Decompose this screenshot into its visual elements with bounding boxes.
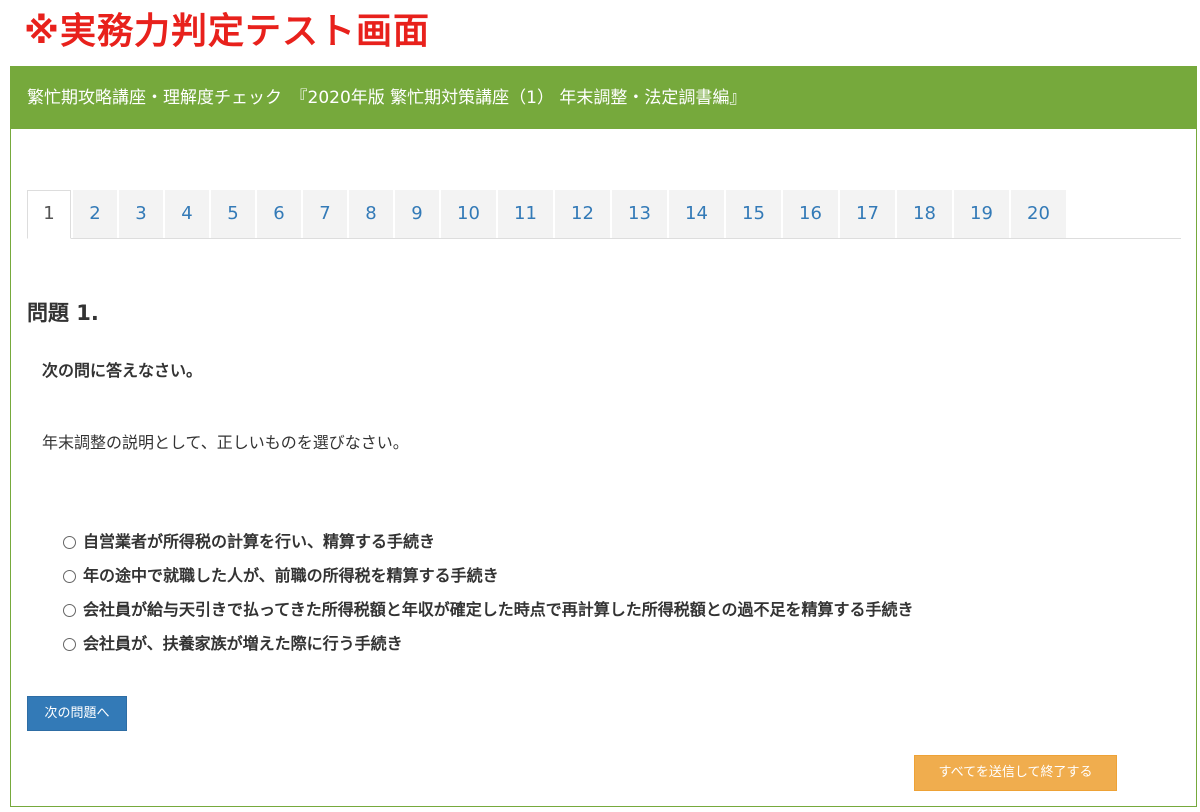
tab-12[interactable]: 12 [555, 190, 610, 238]
tab-6[interactable]: 6 [257, 190, 301, 238]
question-lead: 次の問に答えなさい。 [42, 361, 203, 380]
tab-11[interactable]: 11 [498, 190, 553, 238]
next-question-button[interactable]: 次の問題へ [27, 696, 127, 731]
quiz-panel: 繁忙期攻略講座・理解度チェック 『2020年版 繁忙期対策講座（1） 年末調整・… [10, 66, 1197, 807]
page-banner-title: ※実務力判定テスト画面 [24, 11, 430, 52]
radio-button-icon[interactable] [63, 569, 76, 583]
tab-14[interactable]: 14 [669, 190, 724, 238]
choice-1[interactable]: 自営業者が所得税の計算を行い、精算する手続き [63, 523, 914, 557]
tab-7[interactable]: 7 [303, 190, 347, 238]
tab-5[interactable]: 5 [211, 190, 255, 238]
tab-10[interactable]: 10 [441, 190, 496, 238]
tab-19[interactable]: 19 [954, 190, 1009, 238]
question-title: 問題 1. [27, 301, 99, 325]
tab-9[interactable]: 9 [395, 190, 439, 238]
choice-4[interactable]: 会社員が、扶養家族が増えた際に行う手続き [63, 625, 914, 659]
panel-header-title: 繁忙期攻略講座・理解度チェック 『2020年版 繁忙期対策講座（1） 年末調整・… [11, 67, 1196, 129]
question-tabs: 1 2 3 4 5 6 7 8 9 10 11 12 13 14 15 16 1… [27, 190, 1181, 239]
tab-4[interactable]: 4 [165, 190, 209, 238]
question-text: 年末調整の説明として、正しいものを選びなさい。 [42, 433, 409, 452]
tab-3[interactable]: 3 [119, 190, 163, 238]
radio-button-icon[interactable] [63, 637, 76, 651]
radio-button-icon[interactable] [63, 535, 76, 549]
radio-button-icon[interactable] [63, 603, 76, 617]
tab-13[interactable]: 13 [612, 190, 667, 238]
choice-label: 自営業者が所得税の計算を行い、精算する手続き [83, 532, 436, 551]
tab-8[interactable]: 8 [349, 190, 393, 238]
tab-16[interactable]: 16 [783, 190, 838, 238]
tab-1[interactable]: 1 [27, 190, 71, 239]
choice-label: 年の途中で就職した人が、前職の所得税を精算する手続き [83, 566, 499, 585]
tab-15[interactable]: 15 [726, 190, 781, 238]
tab-20[interactable]: 20 [1011, 190, 1066, 238]
tab-17[interactable]: 17 [840, 190, 895, 238]
submit-all-button[interactable]: すべてを送信して終了する [914, 755, 1117, 791]
choice-2[interactable]: 年の途中で就職した人が、前職の所得税を精算する手続き [63, 557, 914, 591]
tab-18[interactable]: 18 [897, 190, 952, 238]
tab-2[interactable]: 2 [73, 190, 117, 238]
choice-label: 会社員が、扶養家族が増えた際に行う手続き [83, 634, 403, 653]
choice-label: 会社員が給与天引きで払ってきた所得税額と年収が確定した時点で再計算した所得税額と… [83, 600, 914, 619]
choice-3[interactable]: 会社員が給与天引きで払ってきた所得税額と年収が確定した時点で再計算した所得税額と… [63, 591, 914, 625]
answer-choices: 自営業者が所得税の計算を行い、精算する手続き 年の途中で就職した人が、前職の所得… [63, 523, 914, 659]
